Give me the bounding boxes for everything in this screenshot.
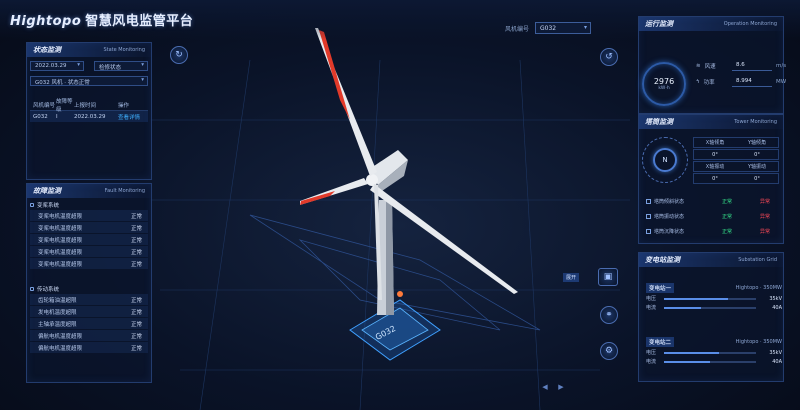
tower-metrics-grid: X轴倾角 Y轴倾角 0° 0° X轴振动 Y轴振动 0° 0°: [693, 137, 779, 185]
section-icon: [30, 287, 34, 291]
scene-nav: ◀ ▶: [540, 382, 566, 392]
app-logo: Hightopo 智慧风电监管平台: [10, 14, 194, 29]
list-item: 变桨电机温度超限 正常: [30, 234, 148, 245]
fault-list-drive: 传动系统 齿轮箱油温超限 正常 发电机温度超限 正常 主轴承温度超限 正常 偏航电机温…: [30, 284, 148, 354]
reset-view-button[interactable]: ↻: [170, 46, 188, 64]
list-item: 变桨电机温度超限 正常: [30, 210, 148, 221]
list-item: 偏航电机温度超限 正常: [30, 330, 148, 341]
monitor-icon: ▣: [603, 272, 613, 282]
list-section: 变桨系统: [30, 200, 148, 210]
date-select[interactable]: 2022.03.29 ▾: [30, 61, 84, 71]
lightning-icon: ϟ: [696, 79, 700, 85]
state-icon: [646, 198, 651, 204]
settings-button[interactable]: ⚙: [600, 342, 618, 360]
panel-title: 塔筒监测 Tower Monitoring: [639, 115, 783, 129]
panel-title: 状态监测 State Monitoring: [27, 43, 151, 57]
state-icon: [646, 228, 651, 234]
view-details-link[interactable]: 查看详情: [118, 113, 148, 121]
list-item: 主轴承温度超限 正常: [30, 318, 148, 329]
list-section: 传动系统: [30, 284, 148, 294]
list-item: 偏航电机温度超限 正常: [30, 342, 148, 353]
back-button[interactable]: ↺: [600, 48, 618, 66]
tower-state-row: 塔筒振动状态 正常 异常: [646, 211, 782, 221]
panel-title: 变电站监测 Substation Grid: [639, 253, 783, 267]
fault-table: 风机编号 故障等级 上报时间 操作 G032 I 2022.03.29 查看详情: [30, 99, 148, 122]
tower-state-row: 塔筒倾斜状态 正常 异常: [646, 196, 782, 206]
app-stage: G032 Hightopo智慧风电监管平台 风机编号 G032▾ 状态监测: [0, 0, 800, 410]
list-item: 变桨电机温度超限 正常: [30, 246, 148, 257]
wind-speed-metric: ≋ 风速 8.6 m/s: [696, 61, 787, 71]
turbine-selector: 风机编号 G032 ▾: [505, 22, 592, 34]
voltage-bar: [664, 351, 756, 354]
chevron-down-icon: ▾: [77, 62, 80, 68]
mode-select[interactable]: 检修状态 ▾: [94, 61, 148, 71]
substation-unit: 变电站一 Hightopo · 350MW 电压 35kV 电流 40A: [646, 283, 782, 311]
next-arrow-icon[interactable]: ▶: [556, 382, 566, 392]
inspect-button[interactable]: ⚭: [600, 306, 618, 324]
state-icon: [646, 213, 651, 219]
undo-icon: ↺: [605, 52, 613, 62]
chevron-down-icon: ▾: [141, 77, 144, 83]
turbine-model: [300, 28, 518, 315]
compass-north-label: N: [662, 156, 668, 164]
list-item: 齿轮箱油温超限 正常: [30, 294, 148, 305]
power-metric: ϟ 功率 8.994 MW: [696, 77, 787, 87]
panel-title: 运行监测 Operation Monitoring: [639, 17, 783, 31]
voltage-bar: [664, 297, 756, 300]
current-bar: [664, 306, 756, 309]
expand-label: 展开: [563, 273, 580, 282]
table-header: 风机编号 故障等级 上报时间 操作: [30, 99, 148, 113]
turbine-selector-label: 风机编号: [505, 25, 530, 33]
current-bar: [664, 360, 756, 363]
chevron-down-icon: ▾: [141, 62, 144, 68]
fault-marker: [397, 291, 403, 297]
turbine-select[interactable]: G032 ▾: [535, 22, 592, 34]
energy-gauge: 2976 kW·h: [642, 62, 686, 106]
monitor-button[interactable]: ▣: [598, 268, 618, 286]
chevron-down-icon: ▾: [584, 24, 588, 31]
tower-state-row: 塔筒沉降状态 正常 异常: [646, 226, 782, 236]
link-icon: ⚭: [605, 310, 613, 320]
section-icon: [30, 203, 34, 207]
fault-list-pitch: 变桨系统 变桨电机温度超限 正常 变桨电机温度超限 正常 变桨电机温度超限 正常 变桨…: [30, 200, 148, 270]
panel-title: 故障监测 Fault Monitoring: [27, 184, 151, 198]
list-item: 发电机温度超限 正常: [30, 306, 148, 317]
tower-compass: N: [642, 137, 688, 183]
table-row[interactable]: G032 I 2022.03.29 查看详情: [30, 111, 148, 122]
prev-arrow-icon[interactable]: ◀: [540, 382, 550, 392]
device-select[interactable]: G032 风机 · 状态正常 ▾: [30, 76, 148, 86]
substation-unit: 变电站二 Hightopo · 350MW 电压 35kV 电流 40A: [646, 337, 782, 365]
wind-icon: ≋: [696, 63, 701, 69]
list-item: 变桨电机温度超限 正常: [30, 258, 148, 269]
refresh-icon: ↻: [175, 50, 183, 60]
list-item: 变桨电机温度超限 正常: [30, 222, 148, 233]
wrench-icon: ⚙: [604, 346, 614, 356]
